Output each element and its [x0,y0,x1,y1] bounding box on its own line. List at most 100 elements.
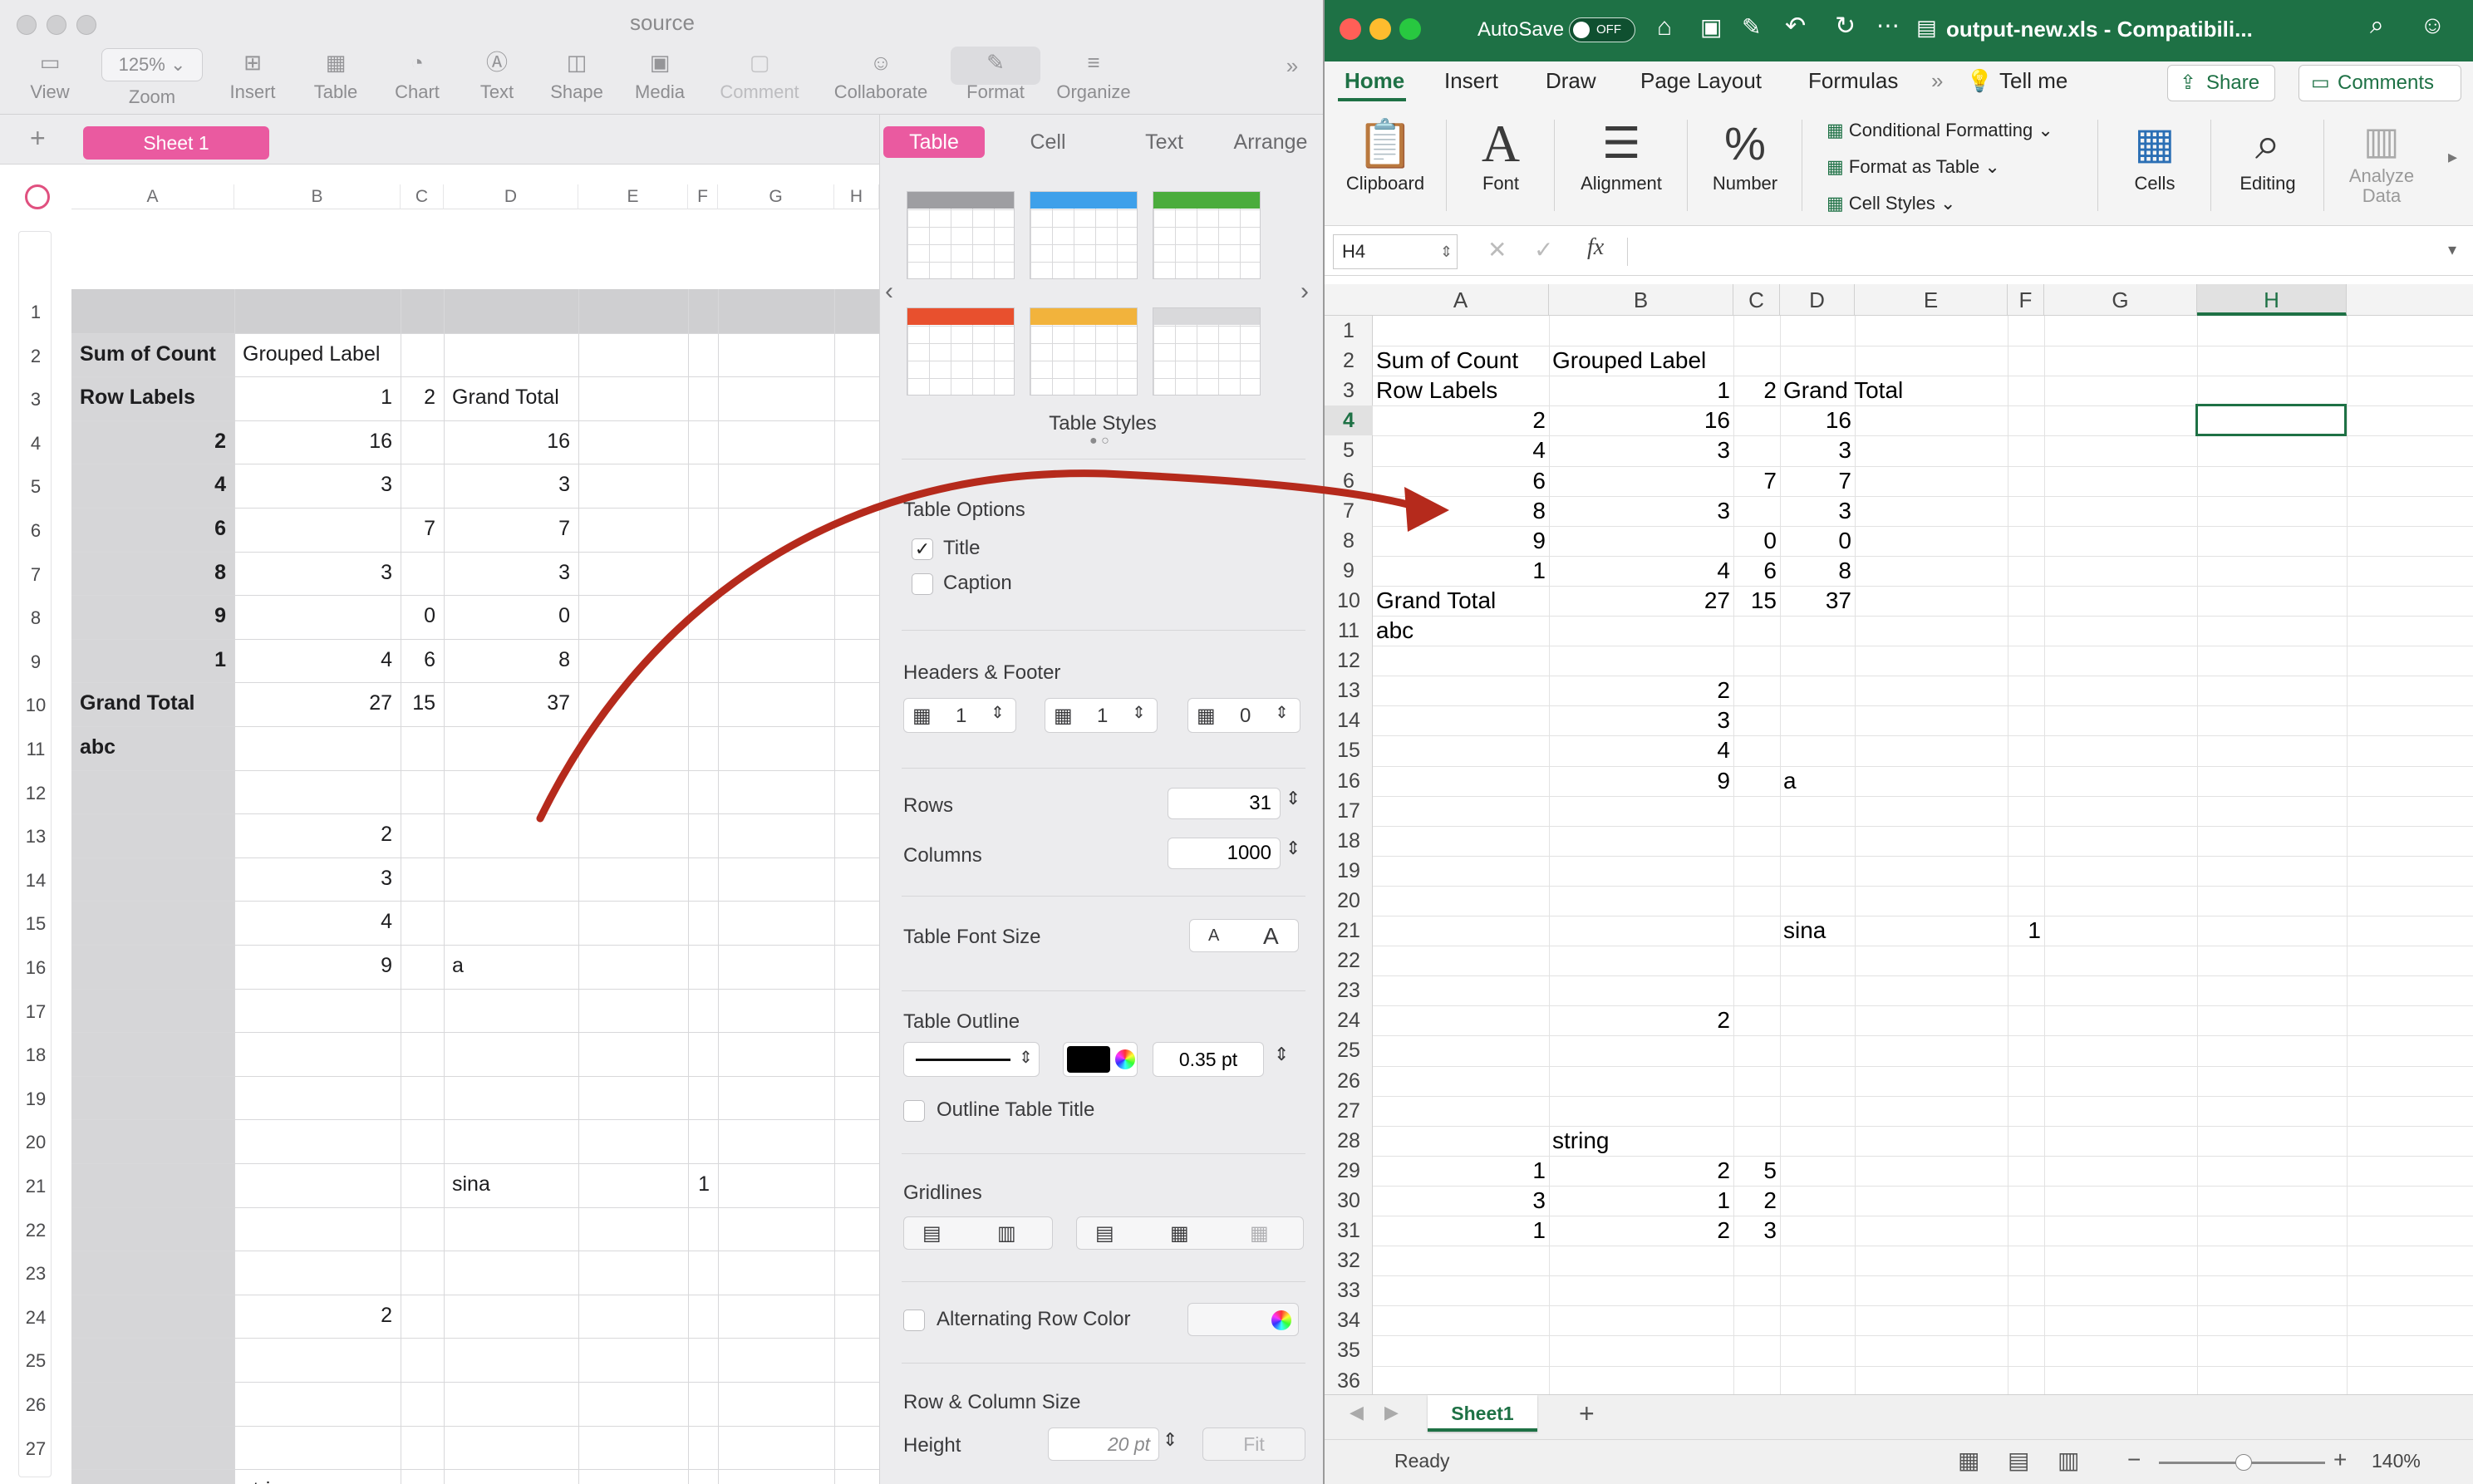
excel-row-header[interactable]: 12 [1325,646,1373,676]
numbers-row-number[interactable]: 25 [19,1350,52,1372]
header-column-gridlines-icon[interactable]: ▦ [1170,1221,1189,1246]
numbers-column-header[interactable]: C [401,184,444,209]
numbers-row-number[interactable]: 19 [19,1088,52,1110]
numbers-row-number[interactable]: 6 [19,520,52,542]
excel-row-header[interactable]: 18 [1325,826,1373,856]
excel-cell[interactable]: 1 [1373,1156,1549,1186]
excel-row-header[interactable]: 4 [1325,405,1373,436]
excel-cell[interactable]: 2 [1733,1186,1780,1216]
excel-row-header[interactable]: 16 [1325,766,1373,796]
numbers-row-number[interactable]: 20 [19,1132,52,1153]
excel-row-header[interactable]: 7 [1325,496,1373,526]
fit-button[interactable]: Fit [1202,1427,1305,1461]
ribbon-scroll-right-icon[interactable]: ▸ [2448,146,2457,168]
numbers-row-number[interactable]: 12 [19,783,52,804]
alternating-row-checkbox[interactable] [903,1310,925,1331]
excel-column-header[interactable]: A [1373,284,1549,316]
numbers-table-cell[interactable]: 3 [234,552,401,593]
numbers-row-number[interactable]: 15 [19,913,52,935]
excel-cell[interactable]: 2 [1549,676,1733,705]
excel-row-header[interactable]: 9 [1325,556,1373,586]
more-icon[interactable]: ⋯ [1876,12,1900,39]
cell-styles-button[interactable]: ▦ Cell Styles ⌄ [1826,193,1955,214]
numbers-table-cell[interactable]: 2 [71,420,234,462]
numbers-table-cell[interactable]: 2 [401,376,444,418]
excel-row-header[interactable]: 10 [1325,586,1373,616]
numbers-row-number[interactable]: 27 [19,1438,52,1460]
excel-cell[interactable]: Grand Total [1780,376,1996,405]
numbers-table-cell[interactable]: 0 [444,595,578,636]
excel-row-header[interactable]: 33 [1325,1275,1373,1305]
numbers-row-number[interactable]: 3 [19,389,52,410]
excel-row-header[interactable]: 20 [1325,886,1373,916]
next-styles-arrow[interactable]: › [1300,278,1309,306]
numbers-row-number[interactable]: 9 [19,651,52,673]
media-button[interactable]: ▣ Media [622,48,698,106]
excel-row-header[interactable]: 32 [1325,1246,1373,1275]
numbers-table-cell[interactable]: string [234,1469,450,1484]
rows-field[interactable]: 31 [1168,788,1281,819]
numbers-table-cell[interactable]: 37 [444,682,578,724]
excel-column-header[interactable]: C [1733,284,1780,316]
columns-field[interactable]: 1000 [1168,838,1281,869]
title-checkbox[interactable]: ✓ [912,538,933,560]
numbers-table-cell[interactable]: a [444,945,695,986]
excel-row-header[interactable]: 13 [1325,676,1373,705]
outline-width-field[interactable]: 0.35 pt [1153,1042,1264,1077]
excel-row-header[interactable]: 35 [1325,1335,1373,1365]
tab-insert[interactable]: Insert [1444,68,1498,94]
insert-function-button[interactable]: fx [1587,234,1604,261]
row-height-stepper-icon[interactable]: ⇕ [1163,1429,1178,1451]
excel-row-header[interactable]: 19 [1325,856,1373,886]
numbers-table-cell[interactable]: 8 [71,552,234,593]
excel-cell[interactable]: string [1549,1126,1765,1156]
numbers-table-cell[interactable]: 3 [444,464,578,505]
numbers-row-number[interactable]: 23 [19,1263,52,1285]
numbers-table-cell[interactable]: 8 [444,639,578,681]
numbers-row-number[interactable]: 21 [19,1176,52,1197]
editing-group[interactable]: ⌕ Editing [2222,115,2313,194]
excel-row-header[interactable]: 6 [1325,466,1373,496]
numbers-column-header[interactable]: A [71,184,234,209]
tab-cell[interactable]: Cell [1005,126,1091,158]
home-icon[interactable]: ⌂ [1657,13,1672,42]
formula-input[interactable] [1640,234,2430,268]
numbers-table-cell[interactable]: 3 [234,857,401,899]
excel-cell[interactable]: 37 [1780,586,1855,616]
tab-page-layout[interactable]: Page Layout [1640,68,1762,94]
excel-cell[interactable]: 27 [1549,586,1733,616]
numbers-table-cell[interactable]: 4 [234,901,401,942]
excel-cell[interactable]: Grouped Label [1549,346,1765,376]
rows-stepper-arrows-icon[interactable]: ⇕ [1286,788,1300,809]
excel-cell[interactable]: 4 [1549,556,1733,586]
page-break-view-icon[interactable]: ▥ [2058,1447,2079,1474]
table-style-thumbnail[interactable] [1153,191,1261,279]
excel-cell[interactable]: 2 [1733,376,1780,405]
columns-stepper-arrows-icon[interactable]: ⇕ [1286,838,1300,859]
excel-cell[interactable]: 1 [1373,1216,1549,1246]
excel-row-header[interactable]: 14 [1325,705,1373,735]
excel-row-header[interactable]: 28 [1325,1126,1373,1156]
numbers-table-cell[interactable]: abc [71,726,268,768]
undo-icon[interactable]: ↶ [1785,12,1806,41]
numbers-row-number[interactable]: 16 [19,957,52,979]
cells-group[interactable]: ▦ Cells [2109,115,2200,194]
numbers-row-number[interactable]: 1 [19,302,52,323]
numbers-table-cell[interactable]: 3 [234,464,401,505]
sheet-tab-sheet1[interactable]: Sheet1 [1428,1395,1537,1432]
footer-rows-stepper[interactable]: ▦ 0 ⇕ [1187,698,1300,733]
table-button[interactable]: ▦ Table [297,48,374,106]
numbers-table-cell[interactable]: 0 [401,595,444,636]
excel-row-header[interactable]: 23 [1325,975,1373,1005]
collaborate-button[interactable]: ☺ Collaborate [826,48,936,106]
excel-cell[interactable]: 3 [1733,1216,1780,1246]
numbers-row-number[interactable]: 22 [19,1220,52,1241]
excel-row-header[interactable]: 8 [1325,526,1373,556]
excel-cell[interactable]: 3 [1780,435,1855,465]
excel-column-header[interactable]: G [2044,284,2197,316]
vertical-gridlines-icon[interactable]: ▥ [997,1221,1016,1246]
excel-row-header[interactable]: 29 [1325,1156,1373,1186]
excel-cell[interactable]: 1 [1549,1186,1733,1216]
number-group[interactable]: % Number [1699,115,1792,194]
conditional-formatting-button[interactable]: ▦ Conditional Formatting ⌄ [1826,120,2053,141]
